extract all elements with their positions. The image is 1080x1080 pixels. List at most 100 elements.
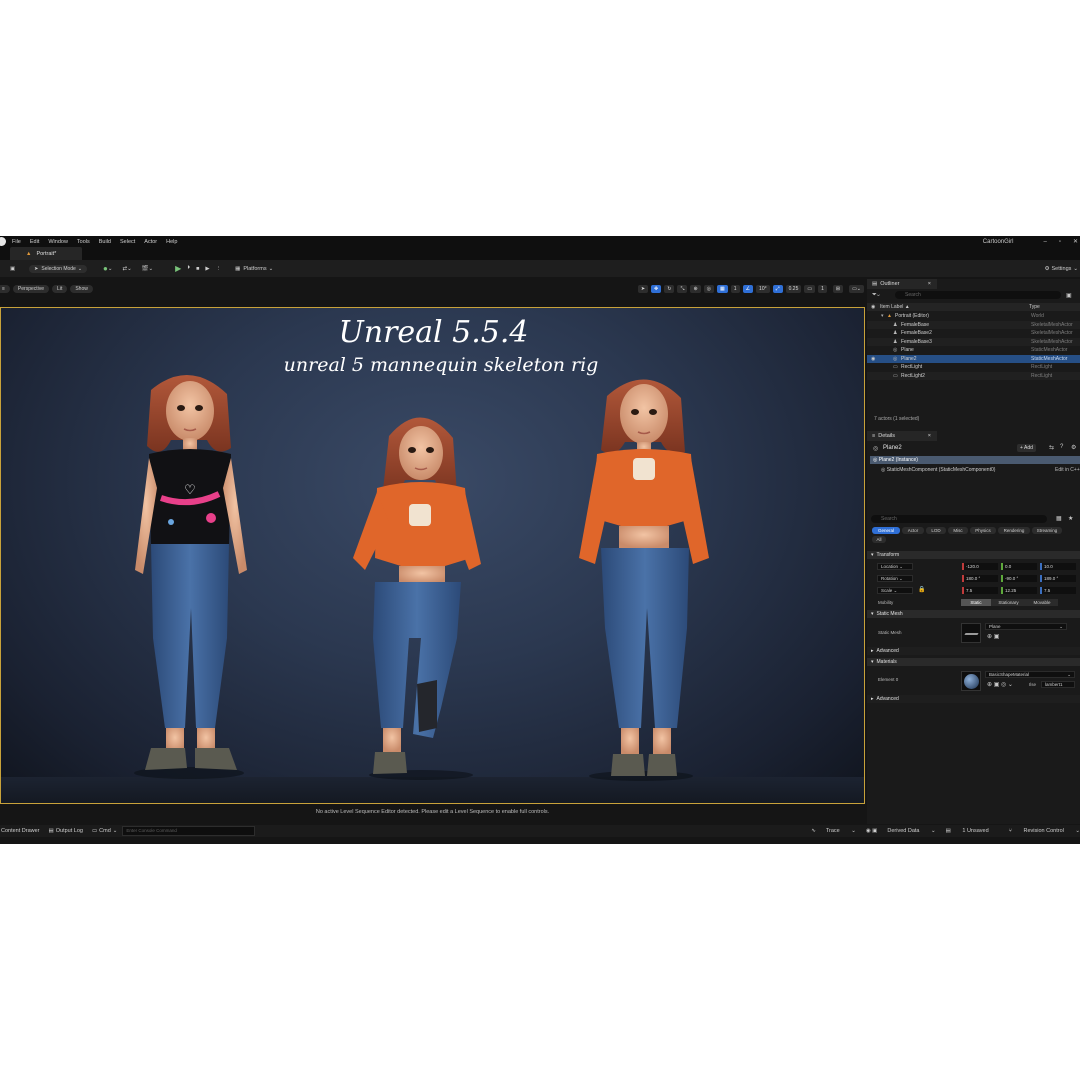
static-mesh-section-header[interactable]: ▾ Static Mesh xyxy=(867,610,1080,618)
outliner-row[interactable]: ▭ RectLight RectLight xyxy=(867,363,1080,372)
instance-row[interactable]: ◎ Plane2 (Instance) xyxy=(870,456,1080,464)
surface-snap-icon[interactable]: ◎ xyxy=(703,284,715,293)
lit-button[interactable]: Lit xyxy=(52,284,68,293)
perspective-button[interactable]: Perspective xyxy=(12,284,50,293)
filter-tab-actor[interactable]: Actor xyxy=(902,527,924,534)
details-object-name[interactable]: Plane2 xyxy=(883,445,902,451)
menu-file[interactable]: File xyxy=(12,239,21,245)
location-y-field[interactable]: 0.0 xyxy=(1001,563,1037,570)
rotate-tool-icon[interactable]: ↻ xyxy=(664,284,675,293)
add-actor-icon[interactable]: ● ⌄ xyxy=(103,264,112,273)
scale-dropdown[interactable]: Scale ⌄ xyxy=(877,587,913,594)
revision-control-button[interactable]: ⑂ Revision Control ⌄ xyxy=(1009,828,1080,834)
location-x-field[interactable]: -120.0 xyxy=(962,563,998,570)
tab-outliner[interactable]: ▤ Outliner × xyxy=(867,279,937,289)
material-dropdown[interactable]: BasicShapeMaterial ⌄ xyxy=(985,671,1075,678)
details-search-input[interactable]: Search xyxy=(871,515,1047,523)
scale-snap-icon[interactable]: ⤢ xyxy=(772,284,783,293)
rotation-snap-value[interactable]: 10° xyxy=(756,284,770,293)
world-space-icon[interactable]: ⊕ xyxy=(690,284,701,293)
mobility-movable[interactable]: Movable xyxy=(1026,599,1058,606)
outliner-row[interactable]: ♟ FemaleBase2 SkeletalMeshActor xyxy=(867,329,1080,338)
tab-details[interactable]: ≡ Details × xyxy=(867,431,937,441)
play-options-icon[interactable]: ⋮ xyxy=(216,266,222,272)
advanced-section-header[interactable]: ▸ Advanced xyxy=(867,647,1080,655)
rotation-x-field[interactable]: 180.0 ° xyxy=(962,575,998,582)
mobility-stationary[interactable]: Stationary xyxy=(991,599,1026,606)
content-browser-icon[interactable]: ▣ xyxy=(10,266,15,272)
static-mesh-dropdown[interactable]: Plane ⌄ xyxy=(985,623,1067,630)
edit-in-cpp-link[interactable]: Edit in C++ xyxy=(1055,466,1080,474)
derived-data-button[interactable]: Derived Data ⌄ xyxy=(887,828,935,834)
materials-section-header[interactable]: ▾ Materials xyxy=(867,658,1080,666)
mobility-static[interactable]: Static xyxy=(961,599,991,606)
cmd-button[interactable]: Cmd xyxy=(99,828,111,834)
location-dropdown[interactable]: Location ⌄ xyxy=(877,563,913,570)
transform-section-header[interactable]: ▾ Transform xyxy=(867,551,1080,559)
unreal-logo-icon[interactable] xyxy=(0,237,6,246)
minimize-icon[interactable]: – xyxy=(1043,239,1046,245)
scale-tool-icon[interactable]: ⤡ xyxy=(677,284,688,293)
outliner-col-label[interactable]: Item Label ▲ xyxy=(880,304,910,310)
add-component-button[interactable]: + Add xyxy=(1017,444,1036,452)
close-icon[interactable]: × xyxy=(928,281,931,287)
menu-actor[interactable]: Actor xyxy=(144,239,157,245)
level-viewport[interactable]: Unreal 5.5.4 unreal 5 mannequin skeleton… xyxy=(0,307,865,804)
maximize-icon[interactable]: ▫ xyxy=(1059,239,1061,245)
unsaved-button[interactable]: ▤ 1 Unsaved xyxy=(946,828,999,834)
expand-icon[interactable]: ▾ xyxy=(881,313,884,319)
filter-tab-physics[interactable]: Physics xyxy=(970,527,996,534)
outliner-search-input[interactable]: Search xyxy=(895,291,1061,299)
static-mesh-thumbnail[interactable] xyxy=(961,623,981,643)
material-thumbnail[interactable] xyxy=(961,671,981,691)
scale-snap-value[interactable]: 0.25 xyxy=(785,284,802,293)
outliner-add-folder-icon[interactable]: ▣ xyxy=(1066,292,1072,299)
location-z-field[interactable]: 10.0 xyxy=(1040,563,1076,570)
component-row[interactable]: ◎ StaticMeshComponent (StaticMeshCompone… xyxy=(881,466,1080,474)
filter-tab-streaming[interactable]: Streaming xyxy=(1032,527,1062,534)
rotation-dropdown[interactable]: Rotation ⌄ xyxy=(877,575,913,582)
lock-scale-icon[interactable]: 🔒 xyxy=(918,586,925,593)
show-button[interactable]: Show xyxy=(70,284,93,293)
menu-window[interactable]: Window xyxy=(48,239,68,245)
outliner-row[interactable]: ♟ FemaleBase3 SkeletalMeshActor xyxy=(867,337,1080,346)
menu-edit[interactable]: Edit xyxy=(30,239,39,245)
close-icon[interactable]: ✕ xyxy=(1073,238,1078,245)
settings-button[interactable]: ⚙ Settings ⌄ xyxy=(1045,266,1078,272)
blueprint-icon[interactable]: ⇄⌄ xyxy=(122,266,131,272)
outliner-row[interactable]: ▾ ▲ Portrait (Editor) World xyxy=(867,312,1080,321)
material-slot-name[interactable]: lambert1 xyxy=(1041,681,1075,688)
filter-tab-general[interactable]: General xyxy=(872,527,900,534)
stop-icon[interactable]: ■ xyxy=(196,266,199,272)
advanced2-section-header[interactable]: ▸ Advanced xyxy=(867,695,1080,703)
scale-x-field[interactable]: 7.5 xyxy=(962,587,998,594)
character-left[interactable]: ♡ xyxy=(134,374,247,779)
favorites-star-icon[interactable]: ★ xyxy=(1068,515,1073,522)
outliner-col-type[interactable]: Type xyxy=(1029,304,1040,310)
filter-tab-rendering[interactable]: Rendering xyxy=(998,527,1030,534)
menu-help[interactable]: Help xyxy=(166,239,177,245)
filter-icon[interactable]: ⏷⌄ xyxy=(872,292,880,299)
eject-icon[interactable]: ▶ xyxy=(205,266,209,272)
property-matrix-icon[interactable]: ▦ xyxy=(1056,515,1062,522)
selection-mode-button[interactable]: ➤ Selection Mode ⌄ xyxy=(29,264,88,273)
grid-snap-value[interactable]: 1 xyxy=(730,284,740,293)
outliner-row[interactable]: ◉ ◎ Plane2 StaticMeshActor xyxy=(867,354,1080,363)
details-settings-icon[interactable]: ⚙ xyxy=(1071,444,1076,451)
menu-build[interactable]: Build xyxy=(99,239,111,245)
blueprint-link-icon[interactable]: ⇆ xyxy=(1049,444,1054,451)
play-icon[interactable]: ▶ xyxy=(175,264,181,273)
camera-speed-value[interactable]: 1 xyxy=(818,284,827,293)
camera-speed-icon[interactable]: ▭ xyxy=(804,284,816,293)
filter-tab-lod[interactable]: LOD xyxy=(926,527,946,534)
grid-snap-icon[interactable]: ▦ xyxy=(717,284,728,293)
filter-tab-misc[interactable]: Misc xyxy=(948,527,968,534)
tab-portrait[interactable]: ▲ Portrait* xyxy=(10,247,83,260)
outliner-row[interactable]: ▭ RectLight2 RectLight xyxy=(867,371,1080,380)
console-command-input[interactable]: Enter Console Command xyxy=(122,826,256,836)
rotation-y-field[interactable]: -90.0 ° xyxy=(1001,575,1037,582)
menu-tools[interactable]: Tools xyxy=(77,239,90,245)
step-icon[interactable]: ⏵ xyxy=(187,265,190,272)
cinematics-icon[interactable]: 🎬⌄ xyxy=(142,266,153,272)
rotation-snap-icon[interactable]: ∠ xyxy=(742,284,754,293)
